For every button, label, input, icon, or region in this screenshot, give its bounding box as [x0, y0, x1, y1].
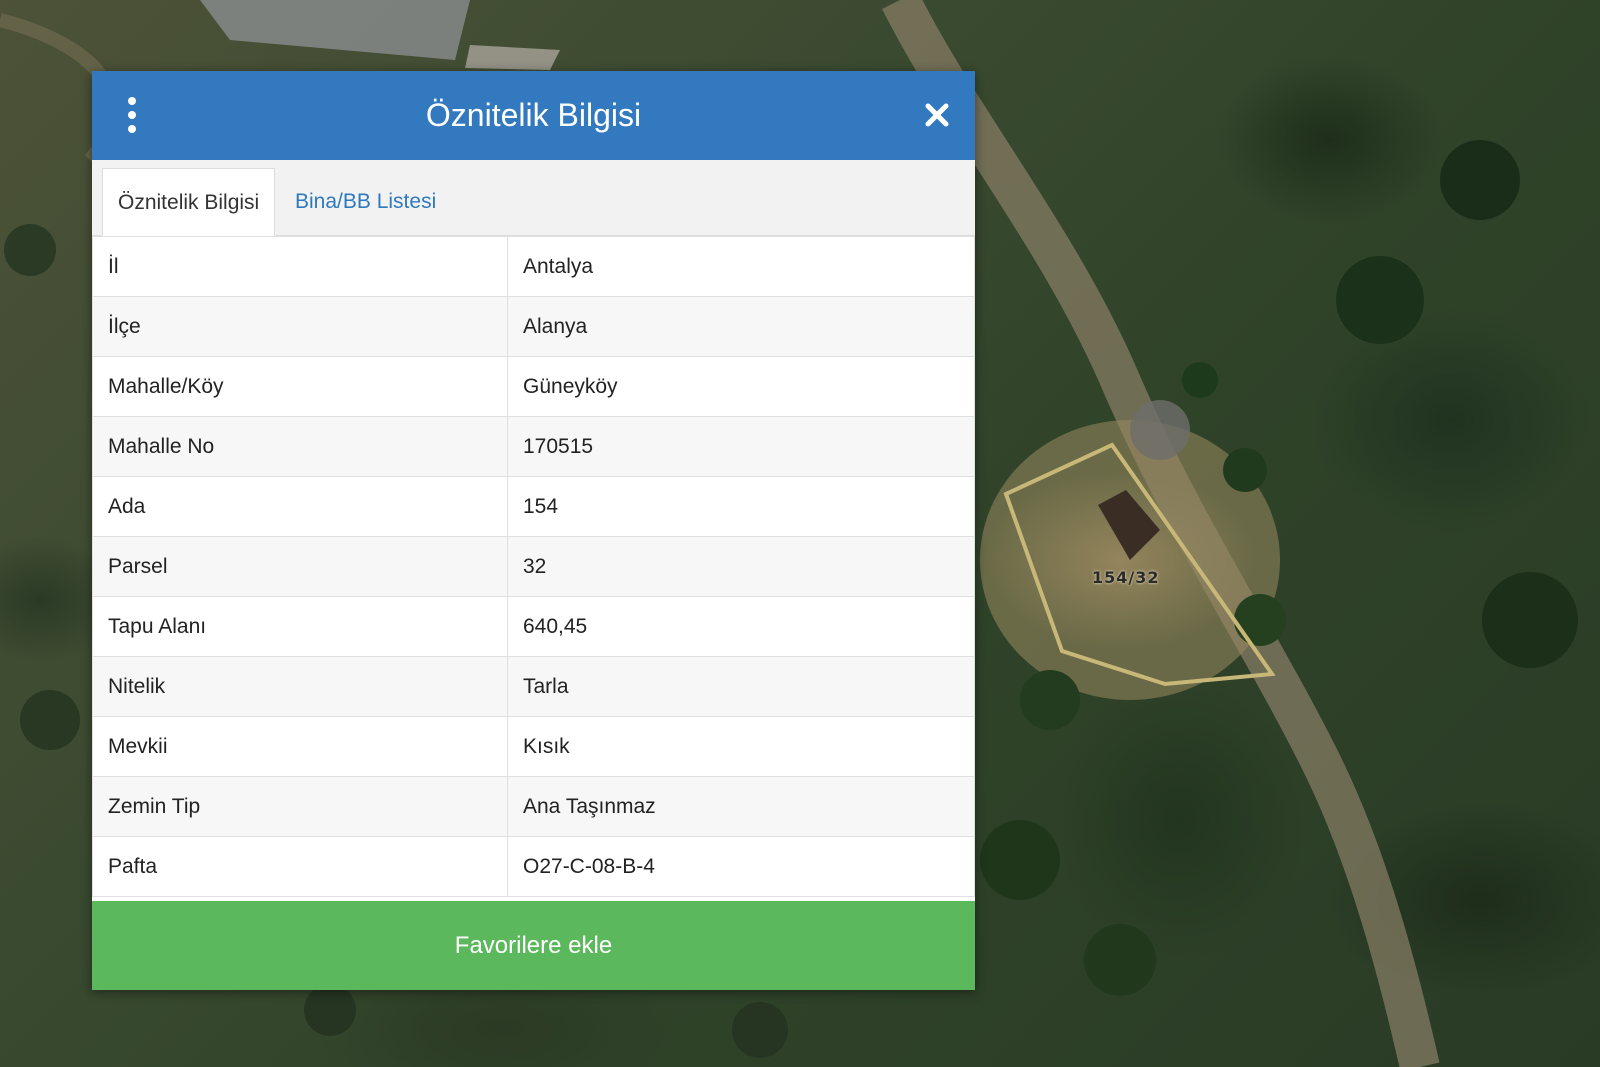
table-row: İl Antalya	[92, 236, 975, 297]
table-row: Zemin Tip Ana Taşınmaz	[92, 776, 975, 837]
row-value: 170515	[507, 416, 975, 477]
row-value: 154	[507, 476, 975, 537]
row-value: Tarla	[507, 656, 975, 717]
table-row: Mahalle No 170515	[92, 416, 975, 477]
row-key: Pafta	[92, 836, 508, 897]
row-value: Güneyköy	[507, 356, 975, 417]
row-value: Ana Taşınmaz	[507, 776, 975, 837]
row-value: 32	[507, 536, 975, 597]
table-row: Ada 154	[92, 476, 975, 537]
row-key: Mevkii	[92, 716, 508, 777]
row-key: İlçe	[92, 296, 508, 357]
close-icon[interactable]	[923, 101, 951, 129]
table-row: Parsel 32	[92, 536, 975, 597]
row-key: Parsel	[92, 536, 508, 597]
tabs-bar: Öznitelik Bilgisi Bina/BB Listesi	[92, 160, 975, 236]
table-row: İlçe Alanya	[92, 296, 975, 357]
add-to-favorites-button[interactable]: Favorilere ekle	[92, 901, 975, 990]
row-key: Mahalle/Köy	[92, 356, 508, 417]
row-value: Alanya	[507, 296, 975, 357]
table-row: Mevkii Kısık	[92, 716, 975, 777]
parcel-label: 154/32	[1092, 568, 1160, 587]
row-key: İl	[92, 236, 508, 297]
row-value: Antalya	[507, 236, 975, 297]
vertical-dots-icon[interactable]	[120, 95, 144, 135]
row-value: Kısık	[507, 716, 975, 777]
tab-attribute-info[interactable]: Öznitelik Bilgisi	[102, 168, 276, 236]
row-key: Zemin Tip	[92, 776, 508, 837]
table-row: Nitelik Tarla	[92, 656, 975, 717]
attribute-table: İl Antalya İlçe Alanya Mahalle/Köy Güney…	[92, 236, 975, 897]
row-key: Ada	[92, 476, 508, 537]
row-key: Mahalle No	[92, 416, 508, 477]
tab-building-list[interactable]: Bina/BB Listesi	[280, 168, 451, 235]
row-key: Tapu Alanı	[92, 596, 508, 657]
row-value: O27-C-08-B-4	[507, 836, 975, 897]
row-key: Nitelik	[92, 656, 508, 717]
row-value: 640,45	[507, 596, 975, 657]
attribute-info-panel: Öznitelik Bilgisi Öznitelik Bilgisi Bina…	[92, 71, 975, 990]
panel-header: Öznitelik Bilgisi	[92, 71, 975, 160]
table-row: Pafta O27-C-08-B-4	[92, 836, 975, 897]
table-row: Mahalle/Köy Güneyköy	[92, 356, 975, 417]
panel-title: Öznitelik Bilgisi	[425, 97, 642, 133]
table-row: Tapu Alanı 640,45	[92, 596, 975, 657]
